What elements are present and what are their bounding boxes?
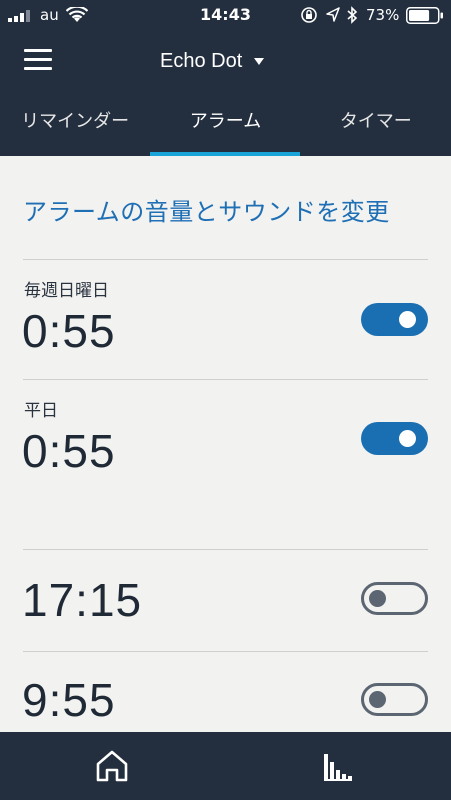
alarm-time: 9:55 [22,674,116,726]
alarm-time: 17:15 [22,574,143,626]
toggle-knob [369,691,386,708]
battery-percent: 73% [366,6,400,24]
divider [23,379,428,380]
status-bar: au 14:43 73% [0,0,451,30]
bluetooth-icon [347,6,358,24]
device-selector[interactable]: Echo Dot [160,46,265,76]
menu-button[interactable] [22,46,56,72]
toggle-knob [399,430,416,447]
alarm-time: 0:55 [22,305,116,357]
alarm-sound-settings-link[interactable]: アラームの音量とサウンドを変更 [23,192,390,227]
tab-alarms[interactable]: アラーム [150,102,300,156]
alarm-time: 0:55 [22,425,116,477]
bottom-nav [0,732,451,800]
divider [23,549,428,550]
app-header: Echo Dot リマインダー アラーム タイマー [0,30,451,156]
toggle-knob [399,311,416,328]
divider [23,259,428,260]
alarm-toggle[interactable] [361,422,428,455]
location-icon [326,7,340,22]
alarm-toggle[interactable] [361,683,428,716]
home-icon[interactable] [94,748,130,784]
device-name: Echo Dot [160,49,243,72]
battery-icon [406,7,443,24]
alarm-label: 毎週日曜日 [24,281,109,301]
alarm-toggle[interactable] [361,582,428,615]
hamburger-menu-icon [24,49,52,52]
divider [23,651,428,652]
toggle-knob [369,590,386,607]
activity-icon[interactable] [322,752,354,782]
tab-reminders[interactable]: リマインダー [0,102,150,156]
alarm-list: アラームの音量とサウンドを変更 毎週日曜日 0:55 平日 0:55 17:15… [0,156,451,732]
chevron-down-icon [254,57,265,65]
tab-bar: リマインダー アラーム タイマー [0,102,451,156]
rotation-lock-icon [301,7,317,23]
alarm-label: 平日 [24,401,58,421]
tab-timers[interactable]: タイマー [301,102,451,156]
alarm-toggle[interactable] [361,303,428,336]
